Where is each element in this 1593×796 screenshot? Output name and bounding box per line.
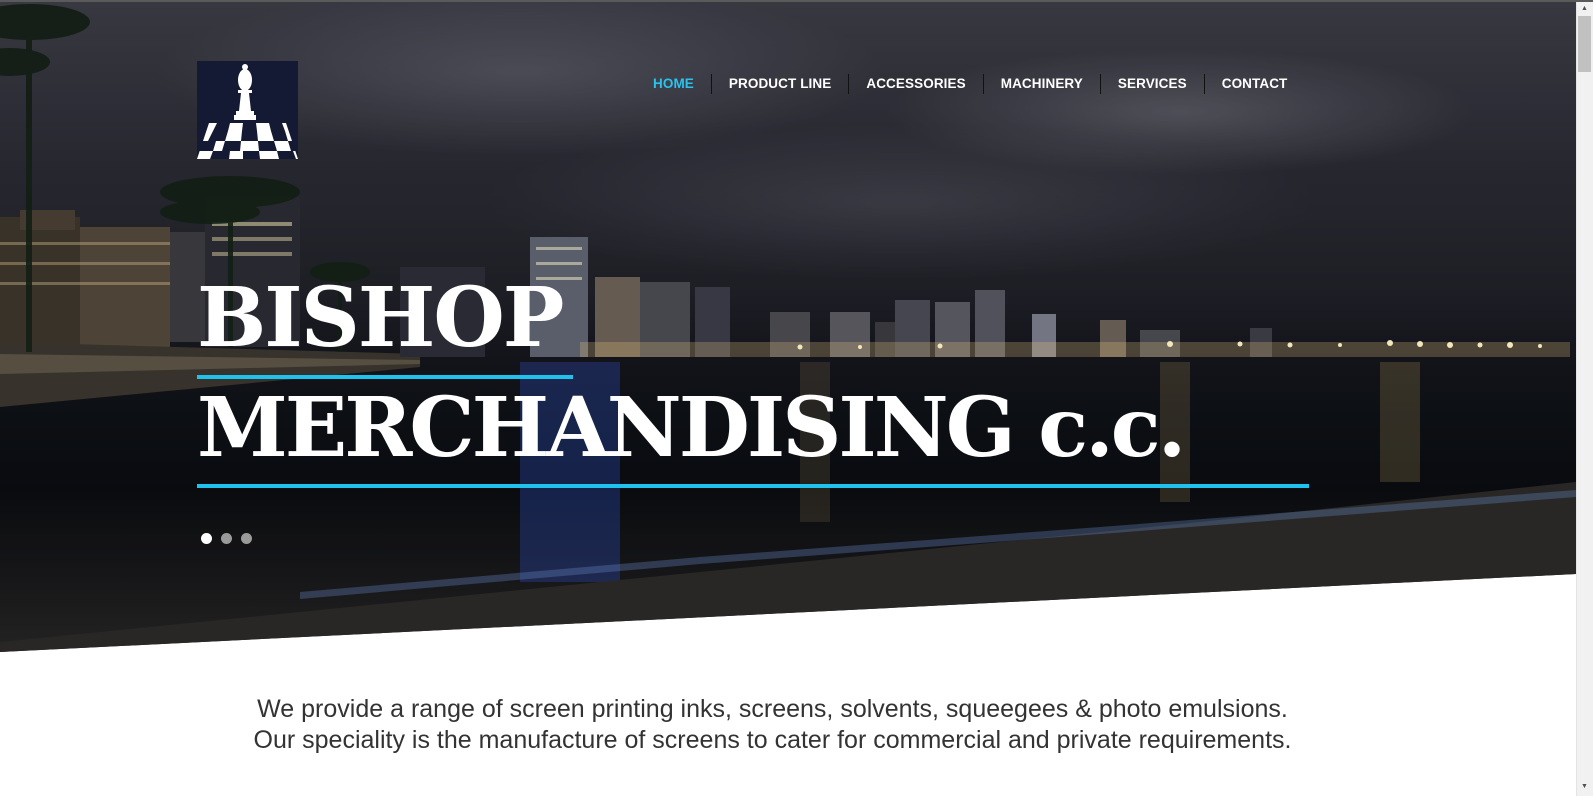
slider-pagination	[201, 533, 252, 544]
page-scrollbar[interactable]	[1576, 2, 1593, 796]
slider-dot-2[interactable]	[221, 533, 232, 544]
hero-title-line2: MERCHANDISING c.c.	[197, 380, 1186, 476]
main-nav: HOME PRODUCT LINE ACCESSORIES MACHINERY …	[644, 74, 1304, 94]
nav-item-home[interactable]: HOME	[644, 74, 711, 94]
nav-item-machinery[interactable]: MACHINERY	[982, 74, 1100, 94]
intro-line-2: Our speciality is the manufacture of scr…	[253, 726, 1292, 754]
hero-title-line1: BISHOP	[197, 270, 564, 366]
scroll-up-arrow-icon[interactable]: ▲	[1580, 4, 1589, 13]
nav-item-contact[interactable]: CONTACT	[1203, 74, 1305, 94]
bishop-chess-piece-icon	[197, 61, 298, 159]
nav-item-services[interactable]: SERVICES	[1099, 74, 1204, 94]
nav-item-product-line[interactable]: PRODUCT LINE	[710, 74, 848, 94]
slider-dot-1[interactable]	[201, 533, 212, 544]
nav-item-accessories[interactable]: ACCESSORIES	[848, 74, 982, 94]
hero-title-underline-1	[197, 375, 573, 379]
window-top-border	[0, 0, 1593, 2]
hero-title-underline-2	[197, 484, 1309, 488]
intro-text: We provide a range of screen printing in…	[0, 694, 1545, 756]
intro-line-1: We provide a range of screen printing in…	[257, 695, 1288, 723]
slider-dot-3[interactable]	[241, 533, 252, 544]
scroll-down-arrow-icon[interactable]: ▼	[1580, 782, 1589, 791]
site-logo[interactable]	[197, 61, 298, 159]
scrollbar-thumb[interactable]	[1578, 16, 1591, 72]
